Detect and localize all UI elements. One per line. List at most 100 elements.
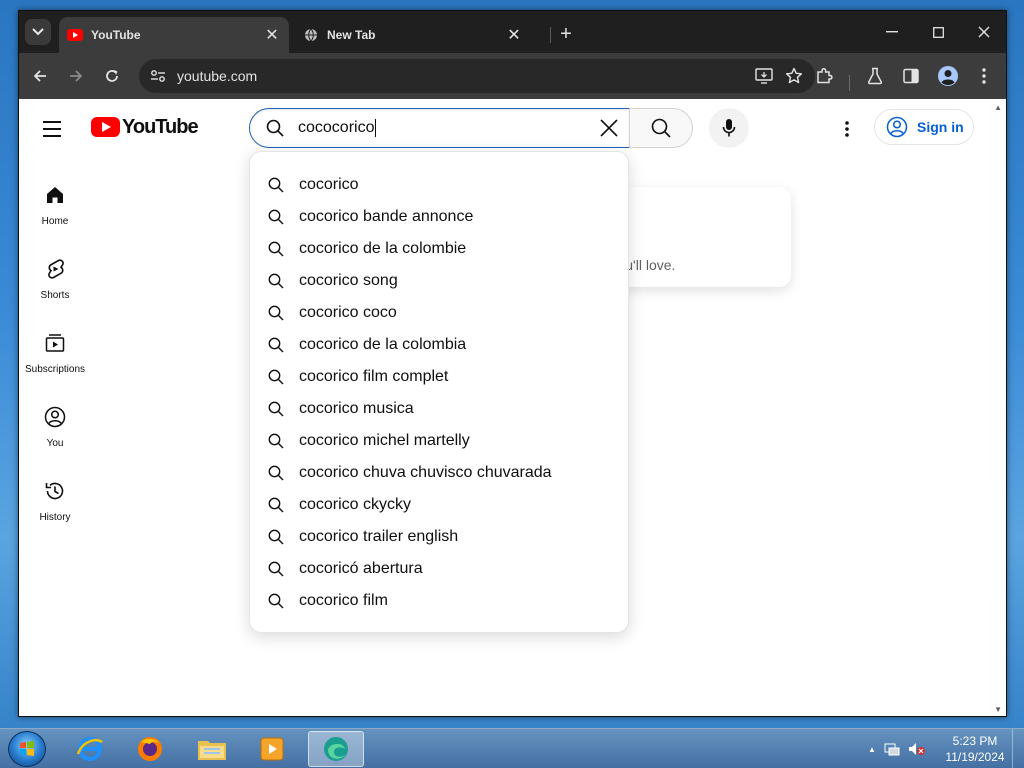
- taskbar-media-player[interactable]: [244, 731, 300, 767]
- tab-close-icon[interactable]: ✕: [505, 26, 523, 44]
- labs-button[interactable]: [862, 63, 888, 89]
- settings-menu-button[interactable]: [837, 117, 857, 141]
- address-bar[interactable]: youtube.com: [139, 59, 815, 93]
- suggestion-item[interactable]: cocorico chuva chuvisco chuvarada: [250, 457, 628, 489]
- network-icon[interactable]: [884, 742, 900, 756]
- guide-item-you[interactable]: You: [19, 393, 91, 467]
- url-text: youtube.com: [177, 68, 258, 84]
- suggestion-item[interactable]: cocorico bande annonce: [250, 201, 628, 233]
- suggestion-text: cocorico de la colombie: [299, 240, 467, 257]
- guide-item-label: Subscriptions: [24, 364, 86, 375]
- reload-button[interactable]: [99, 63, 125, 89]
- maximize-icon: [932, 26, 944, 38]
- tab-title: YouTube: [91, 28, 141, 42]
- youtube-favicon-icon: [67, 29, 83, 41]
- search-icon: [267, 432, 285, 450]
- back-arrow-icon: [33, 70, 46, 82]
- scroll-down-arrow-icon[interactable]: ▼: [994, 705, 1002, 714]
- suggestion-text: cocorico michel martelly: [299, 432, 470, 449]
- guide-item-home[interactable]: Home: [19, 171, 91, 245]
- search-icon: [267, 304, 285, 322]
- new-tab-button[interactable]: +: [553, 21, 579, 47]
- sign-in-button[interactable]: Sign in: [874, 109, 974, 145]
- taskbar-edge-browser[interactable]: [308, 731, 364, 767]
- guide-item-history[interactable]: History: [19, 467, 91, 541]
- suggestion-item[interactable]: cocorico song: [250, 265, 628, 297]
- suggestion-item[interactable]: cocorico michel martelly: [250, 425, 628, 457]
- search-box[interactable]: cococorico: [249, 108, 630, 148]
- volume-muted-icon[interactable]: [908, 742, 926, 756]
- forward-arrow-icon: [70, 70, 83, 82]
- bookmark-star-icon[interactable]: [779, 63, 809, 89]
- suggestion-item[interactable]: cocorico de la colombia: [250, 329, 628, 361]
- guide-item-shorts[interactable]: Shorts: [19, 245, 91, 319]
- guide-item-label: Shorts: [40, 290, 70, 301]
- search-button[interactable]: [629, 108, 693, 148]
- side-panel-button[interactable]: [898, 63, 924, 89]
- sign-in-label: Sign in: [917, 119, 964, 135]
- youtube-logo[interactable]: YouTube: [91, 115, 199, 139]
- reload-icon: [106, 70, 118, 82]
- install-app-icon[interactable]: [749, 63, 779, 89]
- profile-button[interactable]: [935, 63, 961, 89]
- guide-menu-button[interactable]: [43, 117, 67, 141]
- search-icon: [267, 272, 285, 290]
- maximize-button[interactable]: [915, 17, 961, 47]
- youtube-logo-text: YouTube: [122, 115, 199, 138]
- system-tray: ▲: [868, 737, 938, 761]
- suggestion-item[interactable]: cocorico: [250, 169, 628, 201]
- tab-new-tab[interactable]: New Tab ✕: [295, 17, 531, 53]
- minimize-button[interactable]: [869, 17, 915, 47]
- taskbar-internet-explorer[interactable]: [62, 731, 118, 767]
- text-caret: [375, 118, 377, 137]
- tab-close-icon[interactable]: ✕: [263, 26, 281, 44]
- folder-icon: [198, 741, 226, 760]
- suggestion-item[interactable]: cocorico de la colombie: [250, 233, 628, 265]
- clock-time: 5:23 PM: [952, 734, 998, 748]
- suggestion-text: cocorico ckycky: [299, 496, 412, 513]
- show-desktop-button[interactable]: [1012, 729, 1024, 768]
- extensions-button[interactable]: [811, 63, 837, 89]
- taskbar-file-explorer[interactable]: [184, 731, 240, 767]
- forward-button[interactable]: [63, 63, 89, 89]
- tab-youtube[interactable]: YouTube ✕: [59, 17, 289, 53]
- search-icon: [267, 208, 285, 226]
- search-input[interactable]: cococorico: [298, 118, 589, 137]
- hamburger-icon: [43, 121, 61, 123]
- kebab-menu-icon: [845, 121, 849, 137]
- globe-icon: [303, 28, 319, 42]
- scroll-up-arrow-icon[interactable]: ▲: [994, 103, 1002, 112]
- close-window-button[interactable]: [961, 17, 1007, 47]
- start-button[interactable]: [8, 731, 46, 767]
- browser-menu-button[interactable]: [971, 63, 997, 89]
- show-hidden-icons-icon[interactable]: ▲: [868, 745, 876, 754]
- suggestion-item[interactable]: cocorico film complet: [250, 361, 628, 393]
- tab-strip: YouTube ✕ New Tab ✕ +: [19, 11, 1006, 53]
- voice-search-button[interactable]: [709, 108, 749, 148]
- clock[interactable]: 5:23 PM 11/19/2024: [940, 733, 1010, 765]
- history-icon: [43, 479, 67, 503]
- guide-item-subscriptions[interactable]: Subscriptions: [19, 319, 91, 393]
- search-icon: [267, 560, 285, 578]
- clock-date: 11/19/2024: [945, 750, 1005, 764]
- clear-search-button[interactable]: [589, 108, 629, 148]
- site-settings-icon[interactable]: [149, 67, 167, 85]
- suggestion-item[interactable]: cocorico musica: [250, 393, 628, 425]
- suggestion-item[interactable]: cocoricó abertura: [250, 553, 628, 585]
- back-button[interactable]: [27, 63, 53, 89]
- search-input-value: cococorico: [298, 119, 375, 137]
- suggestion-text: cocorico musica: [299, 400, 414, 417]
- suggestion-item[interactable]: cocorico ckycky: [250, 489, 628, 521]
- youtube-play-icon: [91, 117, 120, 137]
- guide-item-label: Home: [41, 216, 69, 227]
- suggestion-item[interactable]: cocorico coco: [250, 297, 628, 329]
- browser-toolbar: youtube.com: [19, 53, 1006, 99]
- suggestion-item[interactable]: cocorico film: [250, 585, 628, 617]
- page-scrollbar[interactable]: ▲ ▼: [990, 99, 1006, 716]
- suggestion-text: cocorico: [299, 176, 359, 193]
- puzzle-icon: [817, 67, 833, 84]
- account-circle-icon: [885, 115, 909, 139]
- taskbar-firefox[interactable]: [122, 731, 178, 767]
- tab-search-button[interactable]: [25, 19, 51, 45]
- suggestion-item[interactable]: cocorico trailer english: [250, 521, 628, 553]
